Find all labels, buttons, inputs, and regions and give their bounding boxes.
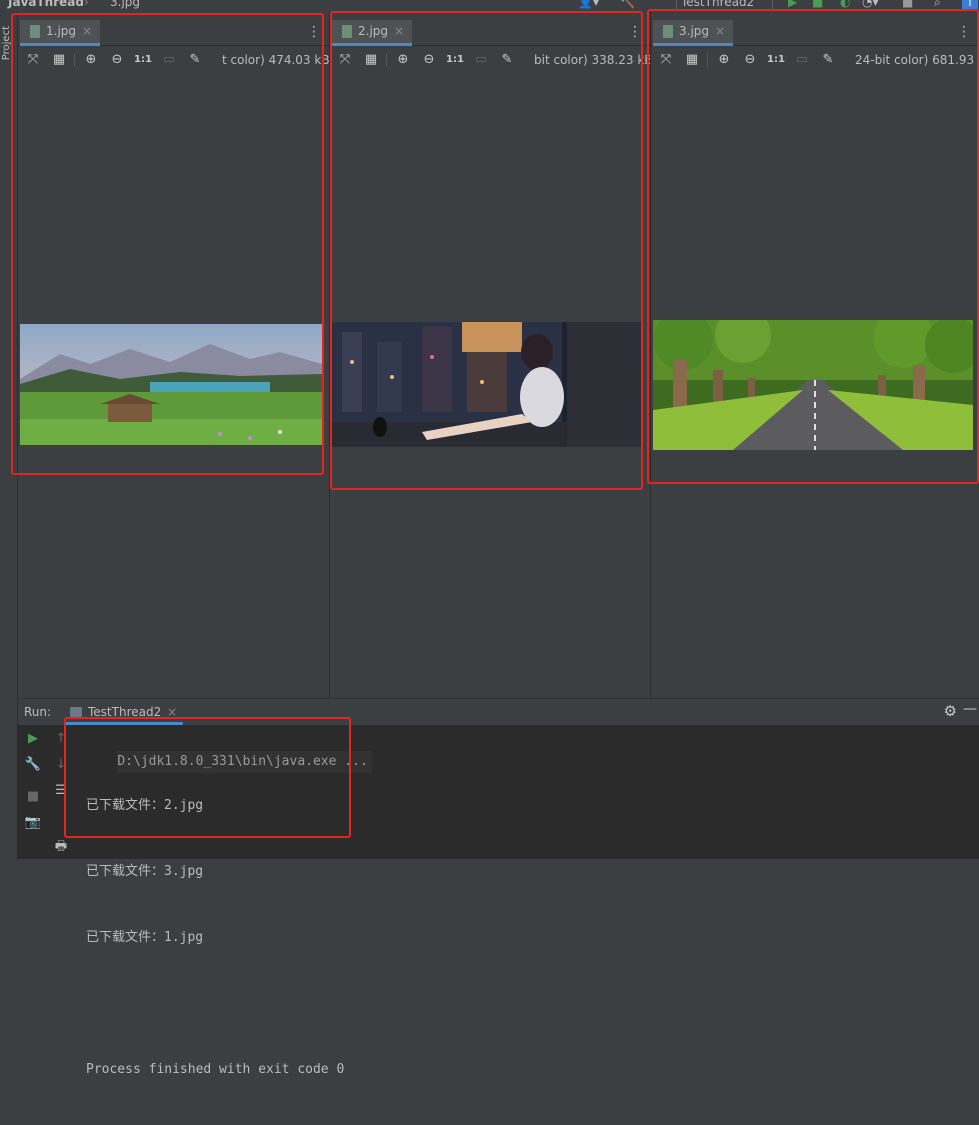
image-toolbar: ⤧ ▦ ⊕ ⊖ 1:1 ▭ ✎ t color) 474.03 kB (18, 50, 329, 72)
actual-size-icon[interactable]: 1:1 (446, 51, 464, 69)
zoom-in-icon[interactable]: ⊕ (394, 51, 412, 69)
print-icon[interactable]: 🖶 (52, 837, 70, 859)
console-line: 已下载文件：1.jpg (86, 930, 204, 945)
image-info: 24-bit color) 681.93 kB (855, 53, 979, 67)
editor-pane-3: 3.jpg × ⋮ ⤧ ▦ ⊕ ⊖ 1:1 ▭ ✎ 24-bit color) … (651, 12, 979, 698)
zoom-in-icon[interactable]: ⊕ (715, 51, 733, 69)
console-line: 已下载文件：2.jpg (86, 798, 204, 813)
close-icon[interactable]: × (167, 699, 177, 725)
close-icon[interactable]: × (82, 20, 92, 43)
background-icon[interactable]: ▭ (160, 51, 178, 69)
tab-1-jpg[interactable]: 1.jpg × (20, 20, 101, 46)
run-label: Run: (24, 705, 52, 719)
user-icon[interactable]: 👤▾ (578, 0, 599, 9)
more-icon[interactable]: ⋮ (307, 22, 321, 42)
tab-2-jpg[interactable]: 2.jpg × (332, 20, 413, 46)
console-output[interactable]: D:\jdk1.8.0_331\bin\java.exe ... 已下载文件：2… (86, 729, 372, 1125)
run-tab-label: TestThread2 (88, 705, 162, 719)
image-info: bit color) 338.23 kB (534, 53, 650, 67)
fit-icon[interactable]: ⤧ (336, 51, 354, 69)
breadcrumb-separator: › (84, 0, 89, 9)
toolbar-divider (386, 53, 387, 67)
breadcrumb-project[interactable]: JavaThread (8, 0, 84, 9)
tab-row: 3.jpg × ⋮ (651, 20, 979, 46)
image-preview-anime (332, 322, 641, 447)
background-icon[interactable]: ▭ (793, 51, 811, 69)
image-file-icon (663, 25, 673, 38)
wrap-icon[interactable]: ☰ (52, 783, 70, 798)
tab-row: 2.jpg × ⋮ (330, 20, 650, 46)
background-icon[interactable]: ▭ (472, 51, 490, 69)
console-command: D:\jdk1.8.0_331\bin\java.exe ... (117, 751, 372, 773)
debug-icon[interactable]: ■ (812, 0, 823, 9)
editor-pane-2: 2.jpg × ⋮ ⤧ ▦ ⊕ ⊖ 1:1 ▭ ✎ bit color) 338… (330, 12, 651, 698)
build-icon[interactable]: 🔨 (620, 0, 635, 9)
up-icon[interactable]: ↑ (52, 731, 70, 746)
run-tab[interactable]: TestThread2 × (66, 699, 184, 725)
grid-icon[interactable]: ▦ (362, 51, 380, 69)
project-tool-tab[interactable]: Project (1, 26, 12, 60)
zoom-out-icon[interactable]: ⊖ (108, 51, 126, 69)
color-picker-icon[interactable]: ✎ (186, 51, 204, 69)
zoom-in-icon[interactable]: ⊕ (82, 51, 100, 69)
down-icon[interactable]: ↓ (52, 757, 70, 772)
tab-row: 1.jpg × ⋮ (18, 20, 329, 46)
tab-label: 3.jpg (679, 24, 710, 38)
close-icon[interactable]: × (394, 20, 404, 43)
hide-icon[interactable]: — (963, 701, 977, 717)
run-config-select[interactable]: TestThread2 (676, 0, 774, 10)
stop-icon[interactable]: ■ (902, 0, 913, 9)
navigation-bar: JavaThread › 3.jpg 👤▾ 🔨 TestThread2 ▶ ■ … (0, 0, 979, 12)
left-tool-strip: Project (0, 12, 18, 859)
more-icon[interactable]: ⋮ (628, 22, 642, 42)
console-icon (70, 707, 82, 717)
run-icon[interactable]: ▶ (788, 0, 797, 9)
update-icon[interactable]: ↑ (962, 0, 979, 9)
coverage-icon[interactable]: ◐ (840, 0, 850, 9)
console-line: 已下载文件：3.jpg (86, 864, 204, 879)
stop-icon[interactable]: ■ (24, 789, 42, 804)
image-preview-landscape (20, 324, 322, 445)
zoom-out-icon[interactable]: ⊖ (741, 51, 759, 69)
actual-size-icon[interactable]: 1:1 (767, 51, 785, 69)
toolbar-divider (74, 53, 75, 67)
breadcrumb-file[interactable]: 3.jpg (110, 0, 140, 9)
tab-3-jpg[interactable]: 3.jpg × (653, 20, 734, 46)
more-icon[interactable]: ⋮ (957, 22, 971, 42)
close-icon[interactable]: × (715, 20, 725, 43)
toolbar-divider (707, 53, 708, 67)
color-picker-icon[interactable]: ✎ (498, 51, 516, 69)
search-icon[interactable]: ⌕ (934, 0, 941, 10)
gear-icon[interactable]: ⚙ (944, 702, 957, 720)
wrench-icon[interactable]: 🔧 (24, 757, 42, 772)
image-file-icon (30, 25, 40, 38)
fit-icon[interactable]: ⤧ (24, 51, 42, 69)
console-exit: Process finished with exit code 0 (86, 1062, 345, 1077)
image-file-icon (342, 25, 352, 38)
grid-icon[interactable]: ▦ (50, 51, 68, 69)
profile-icon[interactable]: ◔▾ (862, 0, 879, 9)
grid-icon[interactable]: ▦ (683, 51, 701, 69)
tab-label: 1.jpg (46, 24, 77, 38)
run-tool-window: Run: TestThread2 × ⚙ — ▶ 🔧 ■ 📷 ↑ ↓ ☰ 🖶 D… (18, 698, 979, 1077)
color-picker-icon[interactable]: ✎ (819, 51, 837, 69)
editor-pane-1: 1.jpg × ⋮ ⤧ ▦ ⊕ ⊖ 1:1 ▭ ✎ t color) 474.0… (18, 12, 330, 698)
camera-icon[interactable]: 📷 (24, 815, 42, 830)
actual-size-icon[interactable]: 1:1 (134, 51, 152, 69)
tab-label: 2.jpg (358, 24, 389, 38)
fit-icon[interactable]: ⤧ (657, 51, 675, 69)
zoom-out-icon[interactable]: ⊖ (420, 51, 438, 69)
image-toolbar: ⤧ ▦ ⊕ ⊖ 1:1 ▭ ✎ bit color) 338.23 kB (330, 50, 650, 72)
image-info: t color) 474.03 kB (222, 53, 329, 67)
rerun-icon[interactable]: ▶ (24, 731, 42, 746)
run-header: Run: TestThread2 × ⚙ — (18, 699, 979, 725)
image-preview-road (653, 320, 973, 450)
image-toolbar: ⤧ ▦ ⊕ ⊖ 1:1 ▭ ✎ 24-bit color) 681.93 kB (651, 50, 979, 72)
